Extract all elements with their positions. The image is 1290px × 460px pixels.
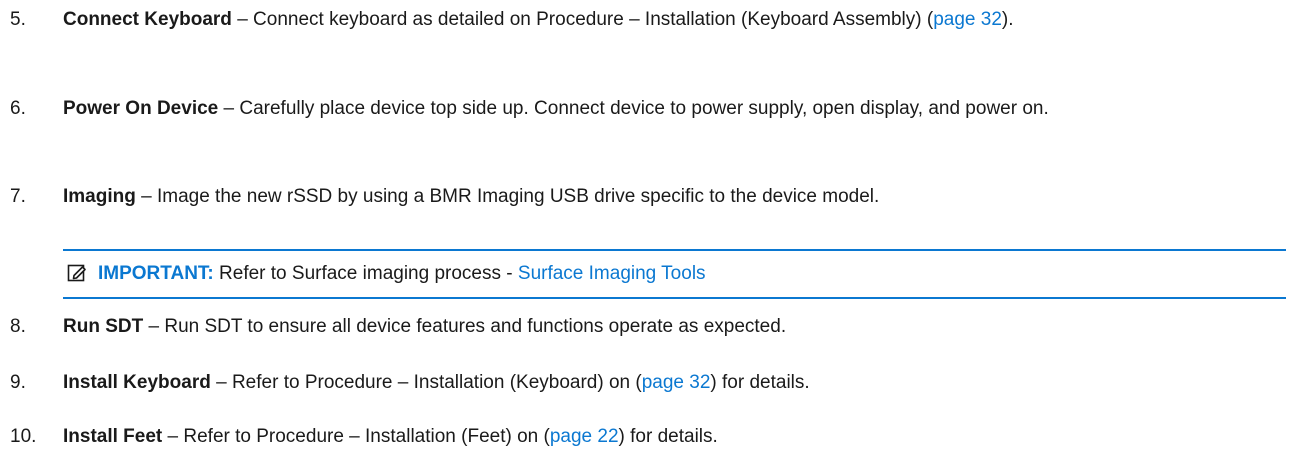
note-edit-icon [67,264,86,282]
page-link[interactable]: page 32 [642,372,711,393]
step-text: Power On Device – Carefully place device… [63,94,1263,124]
step-number: 5. [10,9,26,30]
step-description: Image the new rSSD by using a BMR Imagin… [156,186,880,207]
page-link[interactable]: page 32 [933,9,1002,30]
step-title: Install Keyboard [63,372,211,393]
step-text: Imaging – Image the new rSSD by using a … [63,182,1263,212]
step-number: 7. [10,186,26,207]
step-description: Run SDT to ensure all device features an… [164,316,787,337]
step-number: 8. [10,316,26,337]
step-title: Imaging [63,186,136,207]
surface-imaging-tools-link[interactable]: Surface Imaging Tools [518,263,706,284]
step-text: Connect Keyboard – Connect keyboard as d… [63,5,1263,35]
step-separator: – [143,316,165,337]
step-text: Install Feet – Refer to Procedure – Inst… [63,422,1263,452]
callout-body: Refer to Surface imaging process - [213,263,518,284]
step-description: Carefully place device top side up. Conn… [239,98,1049,119]
step-number: 9. [10,372,26,393]
step-separator: – [231,9,254,30]
step-separator: – [218,98,240,119]
step-title: Power On Device [63,98,219,119]
important-callout: IMPORTANT: Refer to Surface imaging proc… [63,249,1286,299]
callout-label: IMPORTANT: [98,263,214,284]
step-separator: – [135,186,157,207]
step-number: 6. [10,98,26,119]
step-description-end: ). [1001,9,1014,30]
step-text: Install Keyboard – Refer to Procedure – … [63,368,1263,398]
step-description: Connect keyboard as detailed on Procedur… [253,9,934,30]
step-separator: – [210,372,232,393]
step-separator: – [162,426,184,447]
step-title: Run SDT [63,316,144,337]
step-description-end: ) for details. [618,426,718,447]
step-description-end: ) for details. [710,372,810,393]
step-description: Refer to Procedure – Installation (Feet)… [183,426,550,447]
step-number: 10. [10,426,37,447]
step-title: Connect Keyboard [63,9,232,30]
step-title: Install Feet [63,426,163,447]
step-description: Refer to Procedure – Installation (Keybo… [231,372,642,393]
page-link[interactable]: page 22 [550,426,619,447]
callout-text: IMPORTANT: Refer to Surface imaging proc… [98,259,706,289]
step-text: Run SDT – Run SDT to ensure all device f… [63,312,1263,342]
